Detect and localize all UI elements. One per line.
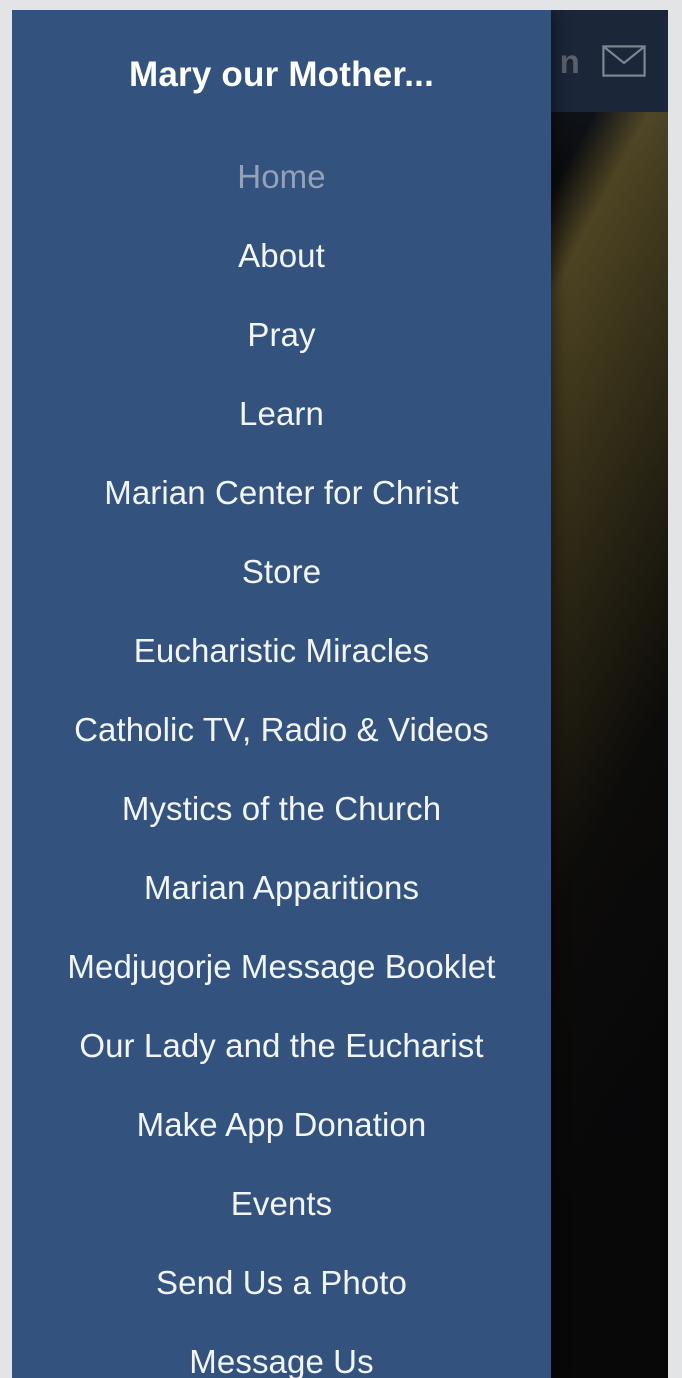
navigation-drawer: Mary our Mother... Home About Pray Learn Mar… <box>12 10 551 1378</box>
menu-item-mystics-of-the-church[interactable]: Mystics of the Church <box>12 769 551 848</box>
device-screen: n Mary our Mother... Home About Pray Learn M… <box>0 0 682 1378</box>
page-viewport: n Mary our Mother... Home About Pray Learn M… <box>12 10 668 1378</box>
drawer-menu-list: Home About Pray Learn Marian Center for Chri… <box>12 137 551 1378</box>
menu-item-catholic-tv-radio-videos[interactable]: Catholic TV, Radio & Videos <box>12 690 551 769</box>
menu-item-marian-apparitions[interactable]: Marian Apparitions <box>12 848 551 927</box>
site-top-bar-actions: n <box>560 10 668 112</box>
menu-item-events[interactable]: Events <box>12 1164 551 1243</box>
menu-item-our-lady-and-the-eucharist[interactable]: Our Lady and the Eucharist <box>12 1006 551 1085</box>
menu-item-home[interactable]: Home <box>12 137 551 216</box>
menu-item-send-us-a-photo[interactable]: Send Us a Photo <box>12 1243 551 1322</box>
menu-item-medjugorje-message-booklet[interactable]: Medjugorje Message Booklet <box>12 927 551 1006</box>
menu-item-pray[interactable]: Pray <box>12 295 551 374</box>
menu-item-message-us[interactable]: Message Us <box>12 1322 551 1378</box>
menu-item-make-app-donation[interactable]: Make App Donation <box>12 1085 551 1164</box>
menu-item-store[interactable]: Store <box>12 532 551 611</box>
mail-button[interactable] <box>602 45 646 77</box>
menu-item-about[interactable]: About <box>12 216 551 295</box>
menu-item-marian-center-for-christ[interactable]: Marian Center for Christ <box>12 453 551 532</box>
menu-item-eucharistic-miracles[interactable]: Eucharistic Miracles <box>12 611 551 690</box>
drawer-title: Mary our Mother... <box>128 55 435 94</box>
envelope-icon <box>602 45 646 77</box>
occluded-brand-text: n <box>559 42 580 80</box>
menu-item-learn[interactable]: Learn <box>12 374 551 453</box>
